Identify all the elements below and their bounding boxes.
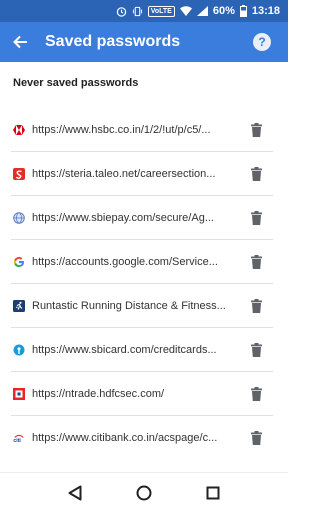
delete-button[interactable] (246, 426, 266, 450)
section-title: Never saved passwords (13, 77, 139, 89)
password-exception-list: https://www.hsbc.co.in/1/2/!ut/p/c5/... … (0, 108, 288, 460)
battery-percent: 60% (212, 5, 235, 17)
square-recents-icon (206, 486, 220, 499)
triangle-back-icon (68, 485, 82, 500)
battery-icon (239, 5, 247, 17)
site-url: https://www.citibank.co.in/acspage/c... (32, 432, 218, 444)
list-item[interactable]: https://www.sbicard.com/creditcards... (0, 328, 288, 372)
arrow-back-icon (13, 35, 27, 49)
delete-button[interactable] (246, 382, 266, 406)
nav-home-button[interactable] (132, 481, 156, 505)
trash-icon (250, 255, 262, 269)
vibrate-icon (132, 6, 143, 17)
status-bar: VoLTE 60% 13:18 (0, 0, 288, 22)
delete-button[interactable] (246, 118, 266, 142)
site-url: https://www.sbiepay.com/secure/Ag... (32, 212, 214, 224)
site-url: https://steria.taleo.net/careersection..… (32, 168, 216, 180)
alarm-icon (116, 6, 127, 17)
site-url: https://www.sbicard.com/creditcards... (32, 344, 217, 356)
site-url: https://www.hsbc.co.in/1/2/!ut/p/c5/... (32, 124, 211, 136)
steria-favicon (13, 168, 25, 180)
app-bar: Saved passwords ? (0, 22, 288, 62)
trash-icon (250, 123, 262, 137)
site-url: https://ntrade.hdfcsec.com/ (32, 388, 165, 400)
circle-home-icon (136, 485, 152, 500)
trash-icon (250, 299, 262, 313)
navigation-bar (0, 472, 288, 512)
trash-icon (250, 211, 262, 225)
list-item[interactable]: Runtastic Running Distance & Fitness... (0, 284, 288, 328)
list-item[interactable]: https://www.hsbc.co.in/1/2/!ut/p/c5/... (0, 108, 288, 152)
list-item[interactable]: https://accounts.google.com/Service... (0, 240, 288, 284)
trash-icon (250, 167, 262, 181)
nav-back-button[interactable] (63, 481, 87, 505)
site-url: Runtastic Running Distance & Fitness... (32, 300, 226, 312)
trash-icon (250, 387, 262, 401)
hsbc-favicon (13, 124, 25, 136)
google-favicon (13, 256, 25, 268)
hdfcsec-favicon (13, 388, 25, 400)
list-item[interactable]: https://www.sbiepay.com/secure/Ag... (0, 196, 288, 240)
delete-button[interactable] (246, 206, 266, 230)
back-button[interactable] (2, 22, 38, 62)
page-title: Saved passwords (45, 33, 181, 50)
delete-button[interactable] (246, 162, 266, 186)
sbiepay-favicon (13, 212, 25, 224)
sbicard-favicon (13, 344, 25, 356)
list-item[interactable]: https://ntrade.hdfcsec.com/ (0, 372, 288, 416)
site-url: https://accounts.google.com/Service... (32, 256, 218, 268)
list-item[interactable]: https://steria.taleo.net/careersection..… (0, 152, 288, 196)
signal-icon (196, 6, 208, 16)
list-item[interactable]: citi https://www.citibank.co.in/acspage/… (0, 416, 288, 460)
citi-favicon: citi (13, 432, 25, 444)
help-button[interactable]: ? (253, 33, 271, 51)
delete-button[interactable] (246, 294, 266, 318)
wifi-icon (179, 6, 192, 16)
volte-badge: VoLTE (147, 5, 175, 17)
clock-time: 13:18 (251, 5, 280, 17)
delete-button[interactable] (246, 338, 266, 362)
svg-text:citi: citi (13, 438, 21, 443)
nav-recents-button[interactable] (201, 481, 225, 505)
trash-icon (250, 343, 262, 357)
trash-icon (250, 431, 262, 445)
delete-button[interactable] (246, 250, 266, 274)
runtastic-favicon (13, 300, 25, 312)
